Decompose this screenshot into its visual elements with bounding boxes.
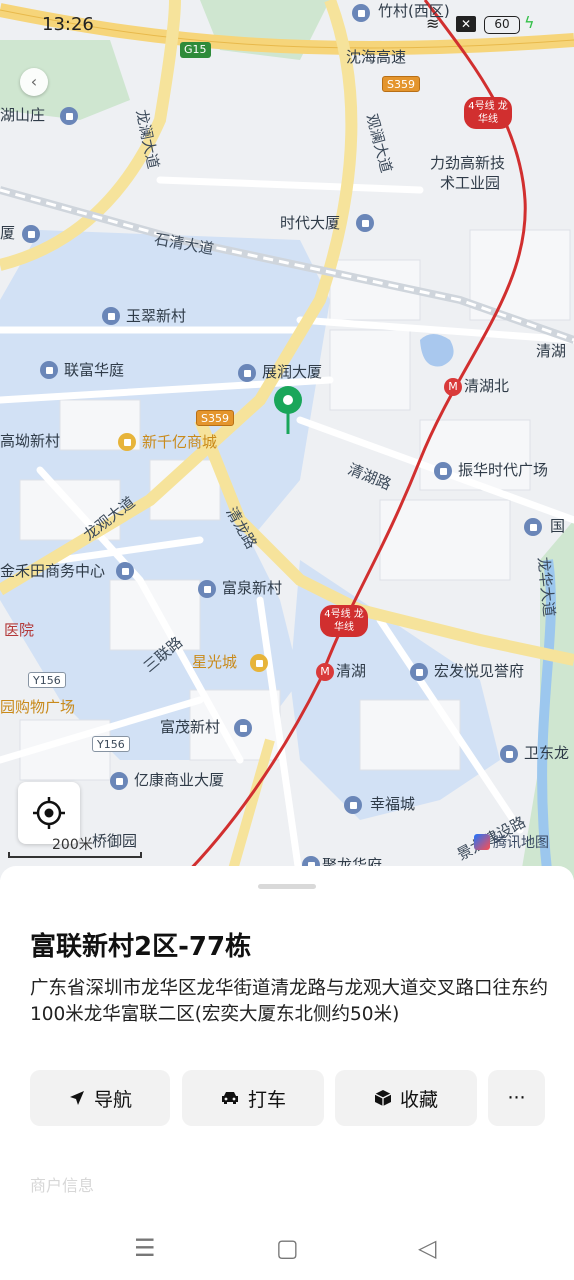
map-poi-label[interactable]: 玉翠新村 [126,307,186,325]
tencent-map-icon [474,834,490,850]
status-bar: 13:26 ≋ ✕ 60 ϟ [0,0,574,50]
map-poi-label[interactable]: 力劲高新技 [430,154,505,172]
poi-marker-icon[interactable] [40,361,58,379]
map-poi-label[interactable]: 厦 [0,224,15,242]
place-address: 广东省深圳市龙华区龙华街道清龙路与龙观大道交叉路口往东约100米龙华富联二区(宏… [30,978,549,1025]
navigate-icon [69,1091,84,1105]
metro-line-badge: 4号线 龙华线 [320,605,368,637]
map-poi-label[interactable]: 新千亿商城 [142,433,217,451]
map-poi-label[interactable]: 富泉新村 [222,579,282,597]
map-poi-label[interactable]: 湖山庄 [0,106,45,124]
charging-icon: ϟ [524,13,535,32]
taxi-button[interactable]: 打车 [182,1070,324,1126]
sheet-drag-handle[interactable] [258,884,316,889]
poi-marker-icon[interactable] [234,719,252,737]
location-pin-icon [274,386,302,434]
map-poi-label[interactable]: 振华时代广场 [458,461,548,479]
box-icon [374,1090,392,1106]
poi-marker-icon[interactable] [238,364,256,382]
wifi-icon: ≋ [426,14,440,33]
map-poi-label[interactable]: 清湖北 [464,377,509,395]
map-poi-label[interactable]: 术工业园 [440,174,500,192]
scale-label: 200米 [52,837,93,853]
map-poi-label[interactable]: 星光城 [192,653,237,671]
poi-marker-icon[interactable] [410,663,428,681]
map-view[interactable]: 竹村(西区) 沈海高速 湖山庄 力劲高新技 术工业园 时代大厦厦玉翠新村 清湖 联富华庭 展润大… [0,0,574,880]
section-hint: 商户信息 [30,1176,95,1195]
map-poi-label[interactable]: 沈海高速 [346,48,406,66]
metro-station-icon: M [316,663,334,681]
back-button[interactable]: ‹ [20,68,48,96]
menu-icon[interactable]: ☰ [134,1234,156,1262]
map-poi-label[interactable]: 联富华庭 [64,361,124,379]
map-poi-label[interactable]: 富茂新村 [160,718,220,736]
poi-marker-icon[interactable] [118,433,136,451]
poi-marker-icon[interactable] [116,562,134,580]
poi-marker-icon[interactable] [356,214,374,232]
status-time: 13:26 [42,14,94,35]
poi-marker-icon[interactable] [434,462,452,480]
map-poi-label[interactable]: 宏发悦见誉府 [434,662,524,680]
more-icon: ··· [507,1087,526,1109]
navigate-button[interactable]: 导航 [30,1070,170,1126]
car-icon [221,1092,238,1104]
map-poi-label[interactable]: 金禾田商务中心 [0,562,105,580]
map-poi-label[interactable]: 亿康商业大厦 [134,771,224,789]
map-scale: 200米 [8,834,142,858]
poi-marker-icon[interactable] [344,796,362,814]
metro-station-icon: M [444,378,462,396]
metro-line-badge: 4号线 龙华线 [464,97,512,129]
map-poi-label[interactable]: 园购物广场 [0,698,75,716]
back-icon[interactable]: ◁ [418,1234,436,1262]
favorite-button[interactable]: 收藏 [335,1070,477,1126]
place-title: 富联新村2区-77栋 [30,932,252,962]
poi-marker-icon[interactable] [198,580,216,598]
map-poi-label[interactable]: 幸福城 [370,795,415,813]
map-poi-label[interactable]: 展润大厦 [262,363,322,381]
poi-marker-icon[interactable] [524,518,542,536]
chevron-left-icon: ‹ [30,72,38,91]
map-base [0,0,574,880]
poi-marker-icon[interactable] [110,772,128,790]
more-button[interactable]: ··· [488,1070,545,1126]
home-icon[interactable]: ▢ [276,1234,299,1262]
map-poi-label[interactable]: 时代大厦 [280,214,340,232]
poi-marker-icon[interactable] [102,307,120,325]
map-poi-label[interactable]: 高坳新村 [0,432,60,450]
map-poi-label[interactable]: 卫东龙 [524,744,569,762]
poi-marker-icon[interactable] [60,107,78,125]
map-poi-label[interactable]: 医院 [4,621,34,639]
poi-marker-icon[interactable] [22,225,40,243]
map-provider-logo: 腾讯地图 [474,832,549,852]
poi-marker-icon[interactable] [500,745,518,763]
crosshair-icon [33,797,65,829]
route-shield: S359 [382,76,420,92]
poi-marker-icon[interactable] [250,654,268,672]
map-poi-label[interactable]: 清湖 [536,342,566,360]
scale-bar [8,852,142,858]
route-shield: Y156 [92,736,130,752]
battery-indicator: 60 [484,16,520,34]
map-poi-label[interactable]: 国 [550,517,565,535]
system-nav-bar: ☰ ▢ ◁ [0,1216,574,1280]
map-poi-label[interactable]: 清湖 [336,662,366,680]
route-shield: Y156 [28,672,66,688]
route-shield: S359 [196,410,234,426]
notification-icon: ✕ [456,16,476,32]
